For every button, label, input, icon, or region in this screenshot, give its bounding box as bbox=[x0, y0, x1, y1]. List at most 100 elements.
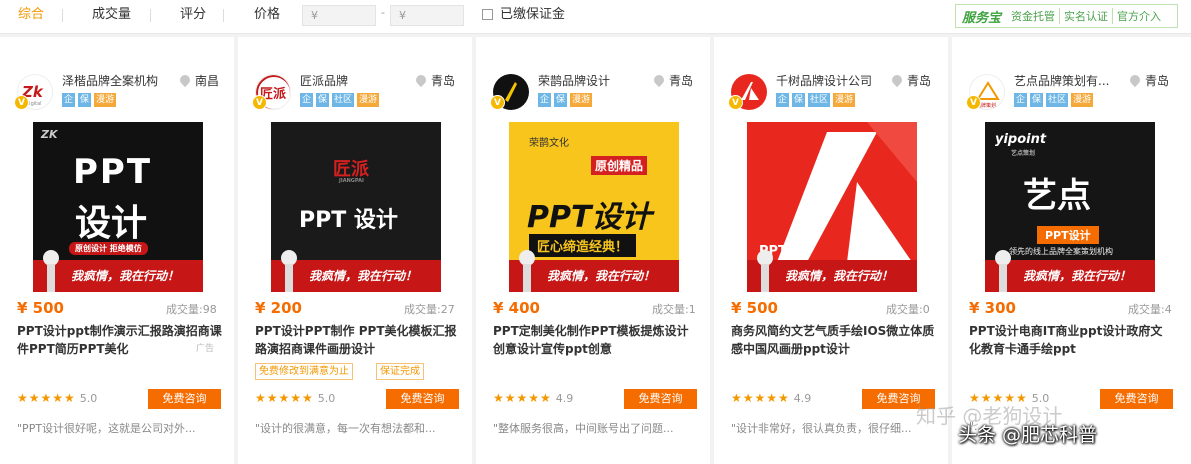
divider bbox=[150, 9, 151, 22]
location-text: 南昌 bbox=[195, 74, 220, 88]
product-image[interactable]: PPT设计 我疯情，我在行动！ bbox=[747, 122, 917, 292]
image-badge: PPT设计 bbox=[1037, 226, 1099, 244]
image-slogan: 我疯情，我在行动！ bbox=[1023, 269, 1132, 283]
rating: ★★★★★ 5.0 bbox=[255, 391, 335, 405]
microphone-icon bbox=[519, 250, 535, 292]
sort-comprehensive[interactable]: 综合 bbox=[18, 0, 44, 30]
tag-guarantee: 保 bbox=[792, 93, 806, 107]
filter-bar: 综合 成交量 评分 价格 ¥ - ¥ 已缴保证金 服务宝 资金托管 实名认证 官… bbox=[0, 0, 1191, 34]
price: ¥ 200 bbox=[255, 299, 302, 317]
ad-label: 广告 bbox=[196, 344, 215, 354]
shop-tags: 企 保 社区 漫游 bbox=[1014, 93, 1094, 107]
consult-button[interactable]: 免费咨询 bbox=[386, 389, 459, 409]
service-card[interactable]: Zk digital V 泽楷品牌全案机构 南昌 企 保 漫游 ZK PPT 设计… bbox=[0, 37, 234, 464]
verified-icon: V bbox=[490, 95, 505, 110]
shop-name[interactable]: 匠派品牌 bbox=[300, 72, 348, 89]
product-image[interactable]: 匠派 JIANGPAI PPT 设计 我疯情，我在行动！ bbox=[271, 122, 441, 292]
watermark-toutiao: 头条 @肥芯科普 bbox=[958, 424, 1098, 446]
sort-rating[interactable]: 评分 bbox=[180, 0, 206, 30]
price-max-input[interactable]: ¥ bbox=[390, 5, 464, 26]
location-pin-icon bbox=[651, 72, 667, 88]
shop-name[interactable]: 荣鹊品牌设计 bbox=[538, 72, 610, 89]
shop-location: 南昌 bbox=[177, 72, 220, 89]
location-pin-icon bbox=[177, 72, 193, 88]
deal-count: 成交量:4 bbox=[1128, 303, 1172, 316]
service-item-escrow[interactable]: 资金托管 bbox=[1007, 8, 1059, 24]
image-brand-sub: JIANGPAI bbox=[339, 178, 364, 184]
review-snippet[interactable]: "整体服务很高，中间账号出了问题... bbox=[493, 420, 693, 436]
price: ¥ 500 bbox=[731, 299, 778, 317]
tag-guarantee: 保 bbox=[316, 93, 330, 107]
deposit-label[interactable]: 已缴保证金 bbox=[500, 0, 565, 30]
image-line1: 艺点 bbox=[1023, 176, 1091, 216]
star-icons: ★★★★★ bbox=[731, 391, 790, 405]
image-brand: 荣鹊文化 bbox=[529, 138, 569, 149]
image-line1: PPT bbox=[73, 152, 153, 192]
image-slogan: 我疯情，我在行动！ bbox=[309, 269, 418, 283]
service-guarantee-bar[interactable]: 服务宝 资金托管 实名认证 官方介入 bbox=[955, 4, 1178, 28]
consult-button[interactable]: 免费咨询 bbox=[148, 389, 221, 409]
review-snippet[interactable]: "设计的很满意，每一次有想法都和... bbox=[255, 420, 455, 436]
image-sub: 原创设计 拒绝模仿 bbox=[69, 242, 148, 255]
review-snippet[interactable]: "PPT设计很好呢，这就是公司对外... bbox=[17, 420, 217, 436]
rating: ★★★★★ 4.9 bbox=[731, 391, 811, 405]
service-title[interactable]: PPT设计PPT制作 PPT美化模板汇报路演招商课件画册设计 bbox=[255, 322, 460, 358]
microphone-icon bbox=[995, 250, 1011, 292]
microphone-icon bbox=[281, 250, 297, 292]
service-card[interactable]: 匠派 V 匠派品牌 青岛 企 保 社区 漫游 匠派 JIANGPAI PPT 设… bbox=[238, 37, 472, 464]
tag-community: 社区 bbox=[332, 93, 355, 107]
shop-name[interactable]: 泽楷品牌全案机构 bbox=[62, 72, 158, 89]
shop-tags: 企 保 社区 漫游 bbox=[300, 93, 380, 107]
location-pin-icon bbox=[889, 72, 905, 88]
product-image[interactable]: ZK PPT 设计 原创设计 拒绝模仿 我疯情，我在行动！ bbox=[33, 122, 203, 292]
service-title[interactable]: PPT设计电商IT商业ppt设计政府文化教育卡通手绘ppt bbox=[969, 322, 1174, 358]
image-badge: 原创精品 bbox=[591, 156, 648, 175]
service-item-verified[interactable]: 实名认证 bbox=[1059, 8, 1112, 24]
tag-roaming: 漫游 bbox=[94, 93, 117, 107]
deal-count: 成交量:27 bbox=[404, 303, 455, 316]
tag-enterprise: 企 bbox=[1014, 93, 1028, 107]
promo-tag: 保证完成 bbox=[376, 363, 424, 380]
service-title[interactable]: PPT设计ppt制作演示汇报路演招商课件PPT简历PPT美化 bbox=[17, 322, 222, 358]
service-item-arbitration[interactable]: 官方介入 bbox=[1112, 8, 1165, 24]
tag-roaming: 漫游 bbox=[1071, 93, 1094, 107]
tag-enterprise: 企 bbox=[62, 93, 76, 107]
promo-tag: 免费修改到满意为止 bbox=[255, 363, 353, 380]
sort-volume[interactable]: 成交量 bbox=[92, 0, 131, 30]
consult-button[interactable]: 免费咨询 bbox=[1100, 389, 1173, 409]
deal-count: 成交量:0 bbox=[886, 303, 930, 316]
image-brand: yipoint bbox=[995, 132, 1047, 147]
shop-name[interactable]: 艺点品牌策划有... bbox=[1014, 72, 1109, 89]
location-text: 青岛 bbox=[1145, 74, 1170, 88]
review-snippet[interactable]: "设计非常好，很认真负责，很仔细... bbox=[731, 420, 931, 436]
image-slogan: 我疯情，我在行动！ bbox=[71, 269, 180, 283]
tag-enterprise: 企 bbox=[776, 93, 790, 107]
deal-count: 成交量:1 bbox=[652, 303, 696, 316]
microphone-icon bbox=[757, 250, 773, 292]
service-card[interactable]: V 荣鹊品牌设计 青岛 企 保 漫游 荣鹊文化 原创精品 PPT设计 匠心缔造经… bbox=[476, 37, 710, 464]
verified-icon: V bbox=[728, 95, 743, 110]
service-title[interactable]: 商务风简约文艺气质手绘IOS微立体质感中国风画册ppt设计 bbox=[731, 322, 936, 358]
verified-icon: V bbox=[252, 95, 267, 110]
tag-enterprise: 企 bbox=[538, 93, 552, 107]
service-title[interactable]: PPT定制美化制作PPT模板提炼设计创意设计宣传ppt创意 bbox=[493, 322, 698, 358]
verified-icon: V bbox=[966, 95, 981, 110]
consult-button[interactable]: 免费咨询 bbox=[624, 389, 697, 409]
image-slogan: 我疯情，我在行动！ bbox=[785, 269, 894, 283]
deposit-checkbox[interactable] bbox=[482, 9, 493, 20]
tag-guarantee: 保 bbox=[554, 93, 568, 107]
shop-name[interactable]: 千树品牌设计公司 bbox=[776, 72, 872, 89]
rating: ★★★★★ 5.0 bbox=[17, 391, 97, 405]
star-icons: ★★★★★ bbox=[255, 391, 314, 405]
verified-icon: V bbox=[14, 95, 29, 110]
shop-tags: 企 保 社区 漫游 bbox=[776, 93, 856, 107]
sort-price[interactable]: 价格 bbox=[254, 0, 280, 30]
price: ¥ 300 bbox=[969, 299, 1016, 317]
product-image[interactable]: yipoint 艺点策划 艺点 PPT设计 领先的线上品牌全案策划机构 我疯情，… bbox=[985, 122, 1155, 292]
service-card[interactable]: V 千树品牌设计公司 青岛 企 保 社区 漫游 PPT设计 我疯情，我在行动！ … bbox=[714, 37, 948, 464]
deal-count: 成交量:98 bbox=[166, 303, 217, 316]
price-min-input[interactable]: ¥ bbox=[302, 5, 376, 26]
tag-guarantee: 保 bbox=[1030, 93, 1044, 107]
product-image[interactable]: 荣鹊文化 原创精品 PPT设计 匠心缔造经典！ 我疯情，我在行动！ bbox=[509, 122, 679, 292]
image-sub: 领先的线上品牌全案策划机构 bbox=[1009, 247, 1113, 256]
